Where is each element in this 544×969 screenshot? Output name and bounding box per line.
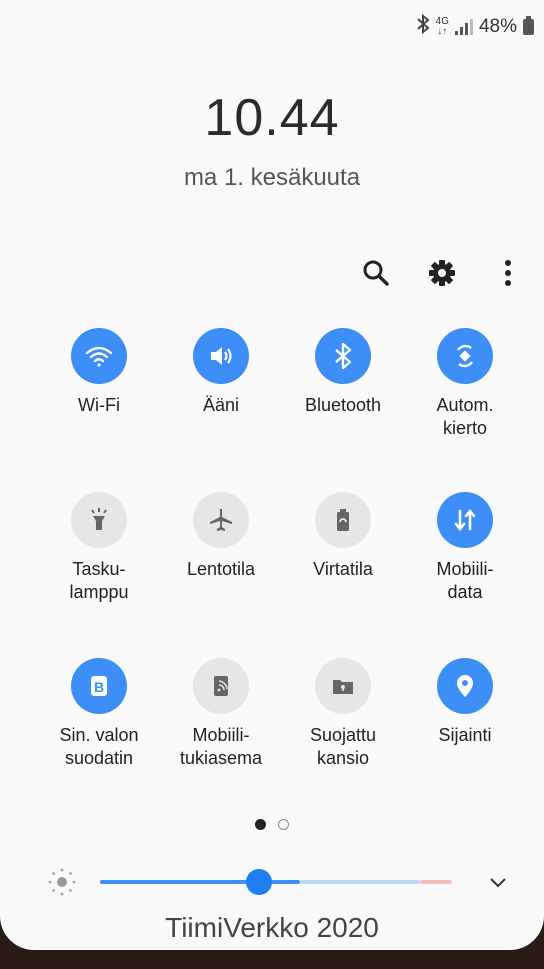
tile-label: Sijainti — [438, 725, 492, 745]
page-dot-active[interactable] — [255, 819, 266, 830]
tile-sound[interactable]: Ääni — [161, 328, 281, 417]
brightness-sun-icon — [46, 866, 78, 903]
auto-rotate-icon[interactable] — [437, 328, 493, 384]
panel-actions — [358, 255, 526, 291]
tile-label: Ääni — [202, 395, 240, 415]
chevron-down-icon[interactable] — [488, 872, 508, 897]
tile-location[interactable]: Sijainti — [405, 658, 525, 747]
page-dot[interactable] — [278, 819, 289, 830]
tile-mobile-hotspot[interactable]: Mobiili- tukiasema — [161, 658, 281, 770]
tile-label: Suojattu kansio — [309, 725, 377, 768]
tile-label: Virtatila — [313, 559, 373, 579]
search-icon[interactable] — [358, 255, 394, 291]
tile-label: Lentotila — [186, 559, 256, 579]
airplane-icon[interactable] — [193, 492, 249, 548]
tile-bluetooth[interactable]: Bluetooth — [283, 328, 403, 417]
brightness-slider-thumb[interactable] — [246, 869, 272, 895]
mobile-data-icon[interactable] — [437, 492, 493, 548]
secure-folder-icon[interactable] — [315, 658, 371, 714]
battery-saver-icon[interactable] — [315, 492, 371, 548]
tile-wifi[interactable]: Wi-Fi — [39, 328, 159, 417]
tile-label: Mobiili- data — [436, 559, 494, 602]
brightness-control — [40, 862, 520, 902]
tile-label: Sin. valon suodatin — [59, 725, 139, 768]
tile-label: Bluetooth — [304, 395, 382, 415]
battery-percentage: 48% — [478, 16, 517, 37]
settings-gear-icon[interactable] — [424, 255, 460, 291]
more-options-icon[interactable] — [490, 255, 526, 291]
tile-power-mode[interactable]: Virtatila — [283, 492, 403, 581]
tile-label: Wi-Fi — [78, 395, 120, 415]
tile-blue-light-filter[interactable]: B Sin. valon suodatin — [39, 658, 159, 770]
bluetooth-status-icon — [416, 13, 430, 40]
svg-text:B: B — [94, 679, 104, 695]
signal-strength-icon — [454, 19, 473, 35]
status-bar: 4G ↓↑ 48% — [416, 12, 534, 42]
bluetooth-icon[interactable] — [315, 328, 371, 384]
tile-label: Autom. kierto — [436, 395, 494, 438]
clock-time[interactable]: 10.44 — [0, 88, 544, 148]
network-type-label: 4G ↓↑ — [435, 16, 449, 37]
tile-secure-folder[interactable]: Suojattu kansio — [283, 658, 403, 770]
flashlight-icon[interactable] — [71, 492, 127, 548]
location-icon[interactable] — [437, 658, 493, 714]
clock-date[interactable]: ma 1. kesäkuuta — [0, 164, 544, 192]
volume-icon[interactable] — [193, 328, 249, 384]
brightness-track — [300, 880, 420, 884]
tile-auto-rotate[interactable]: Autom. kierto — [405, 328, 525, 440]
page-indicator — [0, 819, 544, 830]
brightness-track-end — [420, 880, 452, 884]
wifi-icon[interactable] — [71, 328, 127, 384]
tile-airplane-mode[interactable]: Lentotila — [161, 492, 281, 581]
watermark-text: TiimiVerkko 2020 — [165, 912, 379, 943]
tile-flashlight[interactable]: Tasku- lamppu — [39, 492, 159, 604]
tile-label: Tasku- lamppu — [69, 559, 129, 602]
tile-label: Mobiili- tukiasema — [179, 725, 263, 768]
hotspot-icon[interactable] — [193, 658, 249, 714]
battery-icon — [523, 16, 534, 35]
quick-settings-panel: 4G ↓↑ 48% 10.44 ma 1. kesäkuuta Wi-Fi Ää… — [0, 0, 544, 950]
tile-mobile-data[interactable]: Mobiili- data — [405, 492, 525, 604]
blue-light-filter-icon[interactable]: B — [71, 658, 127, 714]
